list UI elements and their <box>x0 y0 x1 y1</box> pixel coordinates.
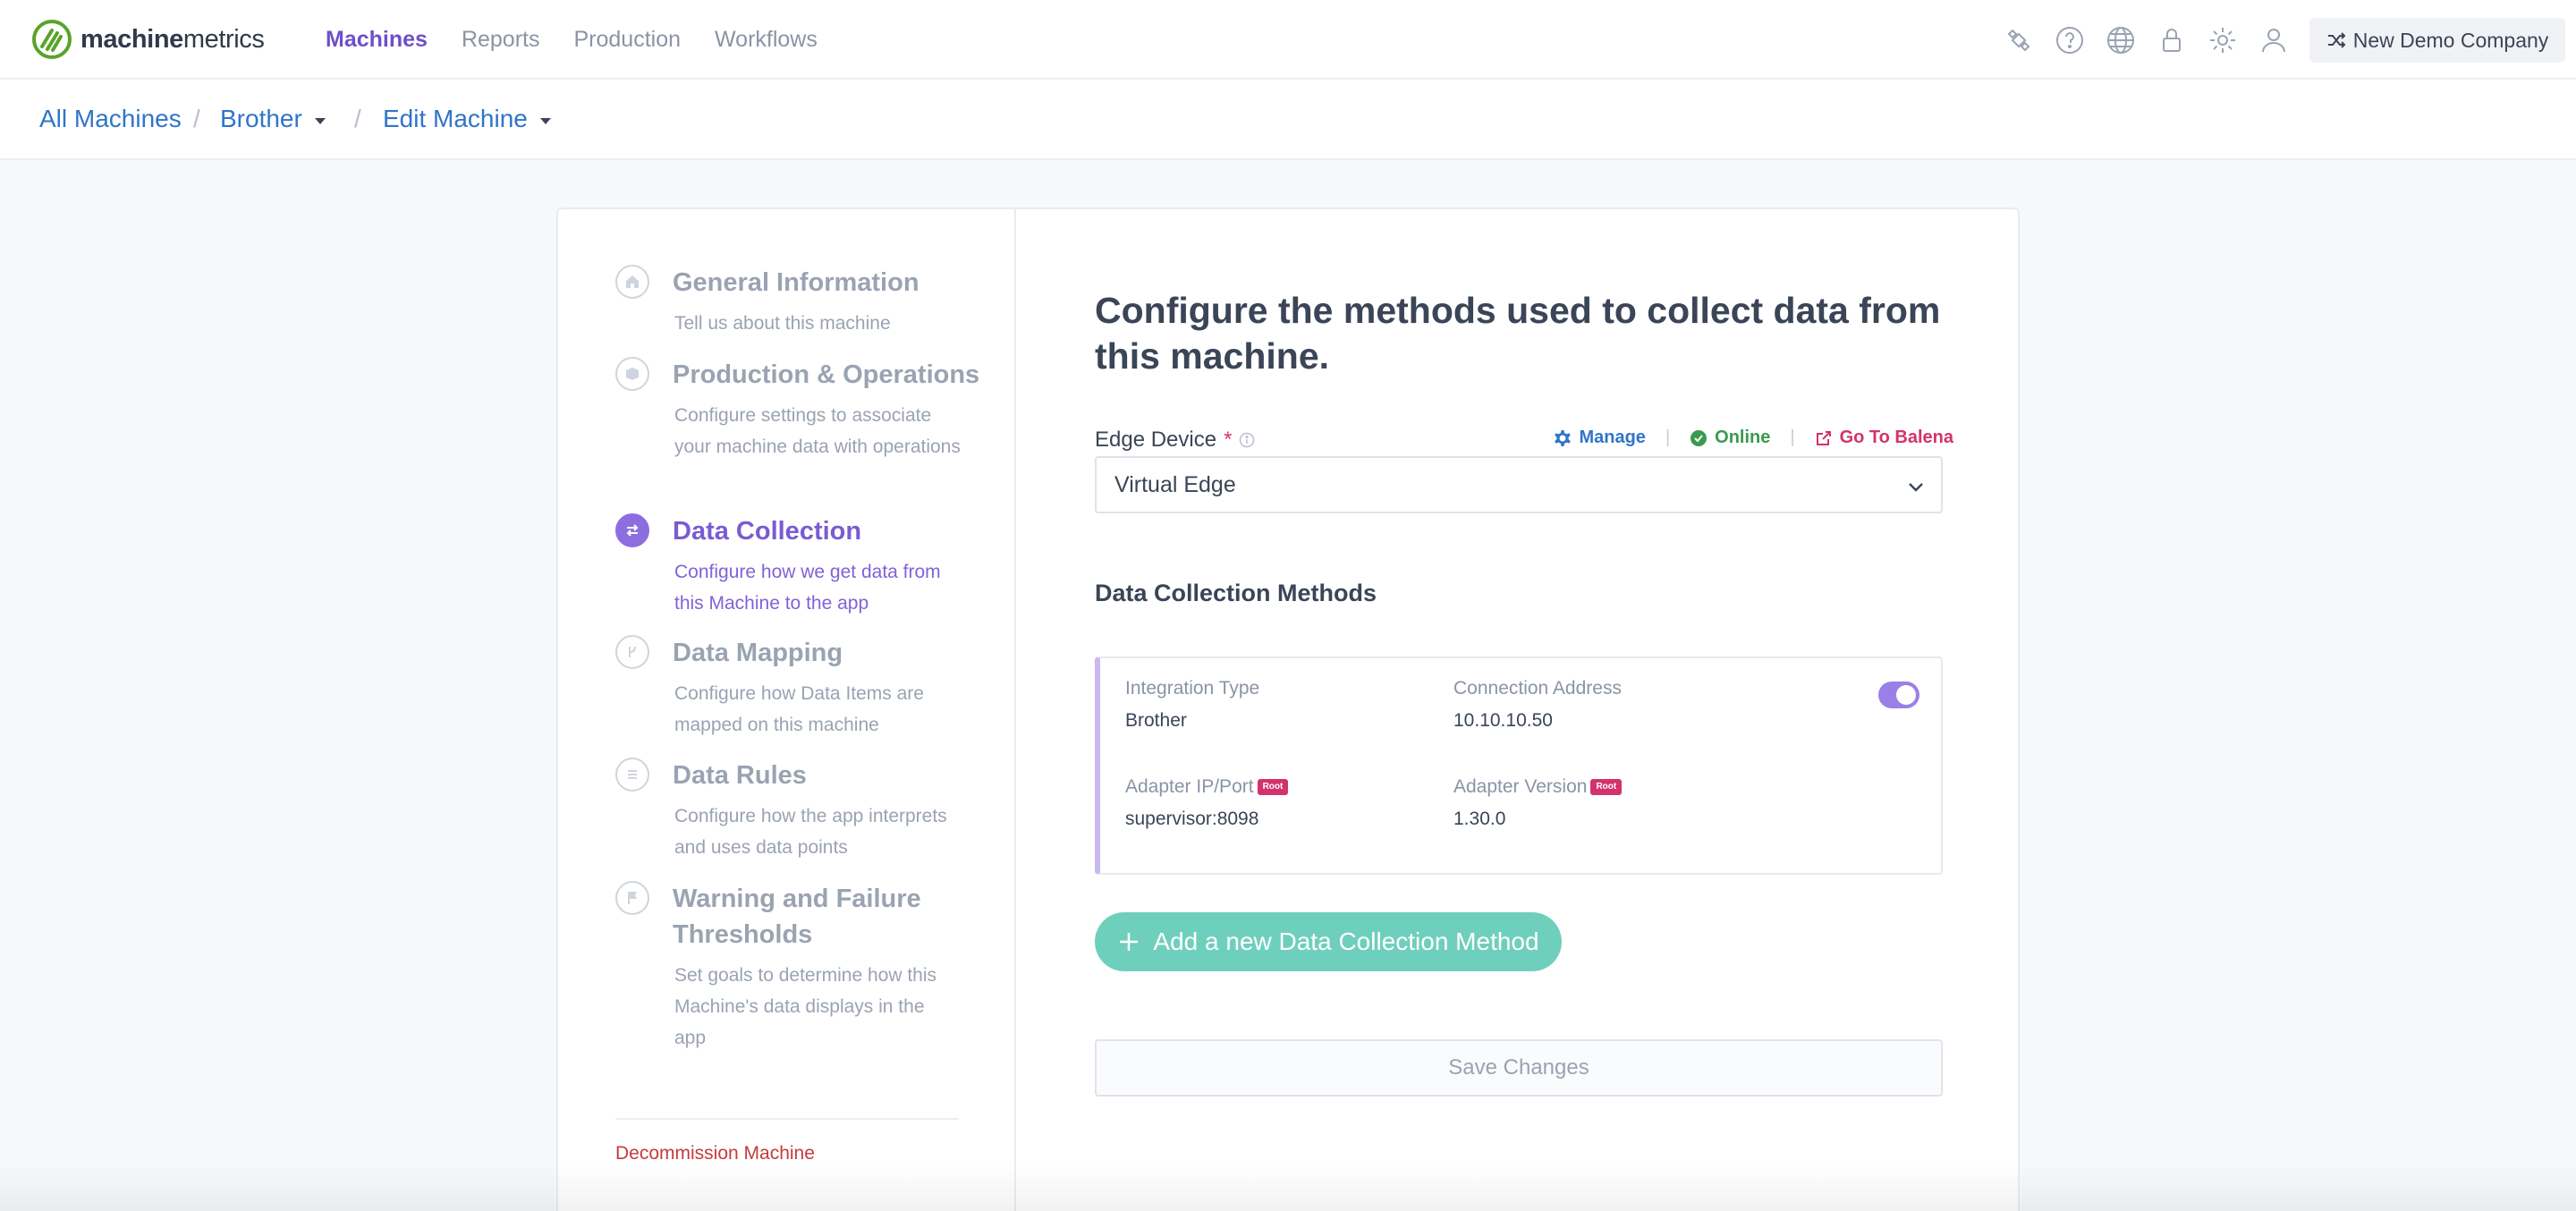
step-navigation: General Information Tell us about this m… <box>558 209 1016 1211</box>
selected-edge-device: Virtual Edge <box>1114 471 1236 497</box>
step-title: Production & Operations <box>673 360 980 389</box>
step-description: Tell us about this machine <box>674 313 891 334</box>
page-title: Configure the methods used to collect da… <box>1095 290 1941 377</box>
chevron-down-icon <box>1909 483 1923 492</box>
status-badge: Online <box>1690 428 1770 448</box>
field-value: 1.30.0 <box>1453 809 1506 829</box>
data-collection-panel: Configure the methods used to collect da… <box>1095 209 1953 1211</box>
box-icon <box>615 357 649 391</box>
step-title: Data Mapping <box>673 639 843 667</box>
separator: | <box>1790 428 1795 447</box>
nav-machines[interactable]: Machines <box>326 27 428 53</box>
field-label: Adapter Version Root <box>1453 776 1623 798</box>
divider <box>615 1118 959 1120</box>
plus-icon <box>1120 933 1139 951</box>
info-icon[interactable] <box>1239 432 1255 448</box>
step-title: Data Rules <box>673 761 807 790</box>
company-name: New Demo Company <box>2352 28 2549 52</box>
main-nav: Machines Reports Production Workflows <box>326 0 852 80</box>
nav-icon-group <box>2004 25 2309 55</box>
decommission-machine-link[interactable]: Decommission Machine <box>615 1143 815 1164</box>
root-badge: Root <box>1257 779 1289 795</box>
breadcrumb-all-machines[interactable]: All Machines <box>39 105 182 133</box>
field-label: Connection Address <box>1453 678 1622 699</box>
flag-icon <box>615 881 649 915</box>
caret-down-icon <box>314 117 326 124</box>
field-label: Adapter IP/Port Root <box>1125 776 1289 798</box>
edit-machine-card: General Information Tell us about this m… <box>556 207 2020 1211</box>
breadcrumb-edit-machine-dropdown[interactable]: Edit Machine <box>383 105 551 133</box>
required-marker: * <box>1224 428 1233 452</box>
step-title: General Information <box>673 268 919 297</box>
mapping-icon <box>615 635 649 669</box>
satellite-icon[interactable] <box>2004 25 2034 55</box>
step-description: Configure how we get data from this Mach… <box>674 562 941 614</box>
step-title: Warning and Failure Thresholds <box>673 885 921 949</box>
adapter-version-field: Adapter Version Root 1.30.0 <box>1453 776 1623 830</box>
edge-device-actions: Manage | Online | Go To Balena <box>1554 428 1953 448</box>
logo[interactable]: machinemetrics <box>32 20 265 59</box>
data-collection-method-card[interactable]: Integration Type Brother Connection Addr… <box>1095 656 1943 875</box>
step-description: Configure settings to associate your mac… <box>674 405 961 457</box>
help-icon[interactable] <box>2055 25 2085 55</box>
company-switcher-button[interactable]: New Demo Company <box>2309 18 2565 63</box>
manage-link[interactable]: Manage <box>1554 428 1646 448</box>
gear-icon[interactable] <box>2207 25 2238 55</box>
save-changes-button[interactable]: Save Changes <box>1095 1039 1943 1097</box>
breadcrumb: All Machines / Brother / Edit Machine <box>0 80 2576 160</box>
nav-workflows[interactable]: Workflows <box>715 27 818 53</box>
add-data-collection-method-button[interactable]: Add a new Data Collection Method <box>1095 912 1562 971</box>
step-title: Data Collection <box>673 517 862 546</box>
exchange-icon <box>615 513 649 547</box>
logo-text: machinemetrics <box>80 24 265 54</box>
field-value: supervisor:8098 <box>1125 809 1259 829</box>
field-value: 10.10.10.50 <box>1453 710 1553 731</box>
nav-production[interactable]: Production <box>573 27 681 53</box>
lock-icon[interactable] <box>2157 25 2187 55</box>
connection-address-field: Connection Address 10.10.10.50 <box>1453 678 1622 732</box>
step-description: Set goals to determine how this Machine'… <box>674 965 936 1048</box>
home-icon <box>615 265 649 299</box>
external-link-icon <box>1816 430 1831 445</box>
step-description: Configure how the app interprets and use… <box>674 806 947 858</box>
separator: | <box>1665 428 1671 447</box>
caret-down-icon <box>539 117 551 124</box>
check-circle-icon <box>1690 429 1707 446</box>
field-value: Brother <box>1125 710 1187 731</box>
breadcrumb-separator: / <box>193 105 200 132</box>
step-description: Configure how Data Items are mapped on t… <box>674 683 924 735</box>
adapter-ip-port-field: Adapter IP/Port Root supervisor:8098 <box>1125 776 1289 830</box>
root-badge: Root <box>1590 779 1623 795</box>
method-enabled-toggle[interactable] <box>1878 682 1919 708</box>
section-title: Data Collection Methods <box>1095 580 1377 606</box>
go-to-balena-link[interactable]: Go To Balena <box>1815 428 1953 448</box>
nav-reports[interactable]: Reports <box>462 27 540 53</box>
machinemetrics-logo-icon <box>32 20 72 59</box>
edge-device-select[interactable]: Virtual Edge <box>1095 456 1943 513</box>
shuffle-icon <box>2327 32 2346 48</box>
breadcrumb-machine-dropdown[interactable]: Brother <box>220 105 326 133</box>
globe-icon[interactable] <box>2106 25 2136 55</box>
integration-type-field: Integration Type Brother <box>1125 678 1259 732</box>
field-label: Integration Type <box>1125 678 1260 699</box>
list-icon <box>615 758 649 792</box>
breadcrumb-separator: / <box>354 105 361 132</box>
user-icon[interactable] <box>2258 25 2289 55</box>
top-nav: machinemetrics Machines Reports Producti… <box>0 0 2576 80</box>
gear-icon <box>1555 429 1572 446</box>
edge-device-label: Edge Device * <box>1095 428 1255 453</box>
